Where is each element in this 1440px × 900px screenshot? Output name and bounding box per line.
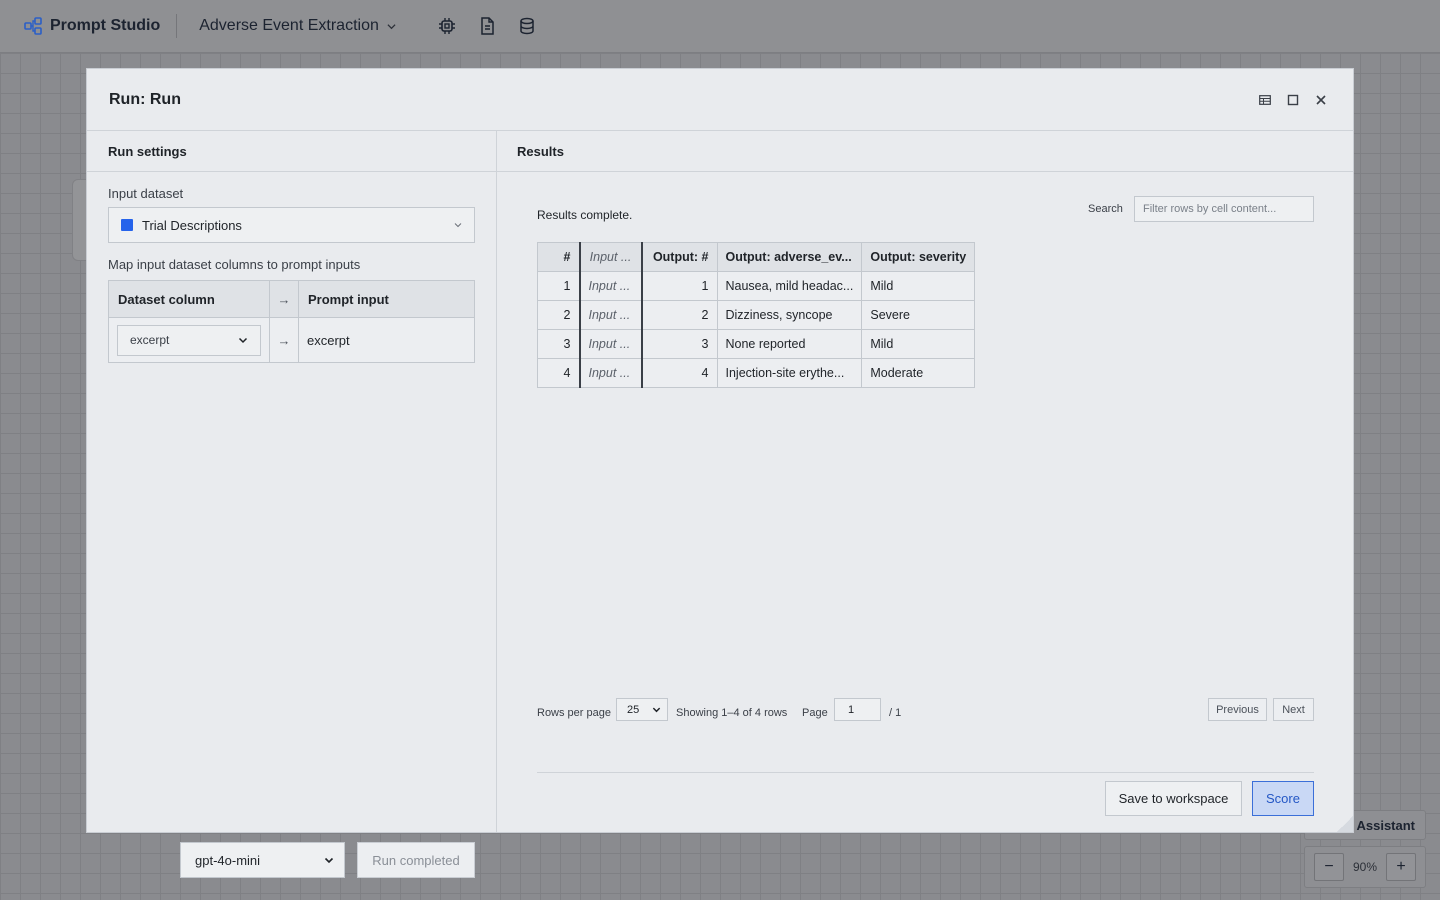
cell-index: 1: [537, 271, 580, 301]
modal-body: Run settings Input dataset Trial Descrip…: [87, 131, 1353, 878]
brand-name: Prompt Studio: [50, 17, 161, 34]
rows-per-page-select[interactable]: 25: [616, 698, 668, 721]
table-row[interactable]: 4 Input ... 4 Injection-site erythe... M…: [537, 358, 976, 388]
page-total: / 1: [889, 707, 902, 719]
cell-input: Input ...: [578, 300, 643, 330]
prompt-input-header: Prompt input: [298, 280, 475, 318]
close-icon[interactable]: [1315, 94, 1327, 106]
modal-title: Run: Run: [109, 90, 181, 108]
workflow-logo-icon: [24, 17, 42, 35]
cell-input: Input ...: [578, 329, 643, 359]
cell-adverse-events: None reported: [716, 329, 863, 359]
results-header: Results: [497, 131, 1353, 172]
next-button[interactable]: Next: [1273, 698, 1314, 721]
results-table: # Input ... Output: # Output: adverse_ev…: [537, 242, 976, 388]
column-header-input[interactable]: Input ...: [578, 242, 643, 272]
cell-output-index: 1: [641, 271, 718, 301]
chip-icon[interactable]: [438, 17, 456, 35]
chevron-down-icon: [324, 857, 334, 864]
zoom-level: 90%: [1352, 860, 1378, 874]
maximize-icon[interactable]: [1287, 94, 1299, 106]
cell-severity: Mild: [861, 271, 976, 301]
cell-input: Input ...: [578, 271, 643, 301]
chevron-down-icon: [387, 23, 396, 29]
database-icon[interactable]: [518, 17, 536, 35]
zoom-out-button[interactable]: −: [1314, 853, 1344, 881]
column-mapping-table: Dataset column → Prompt input excerpt → …: [108, 280, 475, 363]
dataset-column-value: excerpt: [130, 333, 170, 347]
resize-handle[interactable]: [1337, 816, 1353, 832]
chevron-down-icon: [454, 223, 462, 228]
dataset-column-header: Dataset column: [108, 280, 270, 318]
divider: [176, 14, 178, 38]
top-bar: Prompt Studio Adverse Event Extraction: [0, 0, 1440, 53]
table-icon[interactable]: [1259, 94, 1271, 106]
search-input[interactable]: Filter rows by cell content...: [1134, 196, 1314, 222]
page-input[interactable]: 1: [834, 698, 881, 721]
showing-rows: Showing 1–4 of 4 rows: [676, 707, 788, 719]
zoom-in-button[interactable]: +: [1386, 853, 1416, 881]
table-row[interactable]: 3 Input ... 3 None reported Mild: [537, 329, 976, 359]
input-dataset-label: Input dataset: [108, 186, 184, 201]
search-label: Search: [1088, 203, 1123, 215]
document-icon[interactable]: [478, 17, 496, 35]
chevron-down-icon: [238, 337, 248, 344]
rows-per-page-value: 25: [627, 703, 640, 716]
pagination: Rows per page 25 Showing 1–4 of 4 rows P…: [537, 698, 1314, 728]
save-to-workspace-button[interactable]: Save to workspace: [1105, 781, 1242, 816]
modal-actions: [1259, 94, 1327, 106]
cell-severity: Mild: [861, 329, 976, 359]
column-header-severity[interactable]: Output: severity: [861, 242, 976, 272]
dataset-select[interactable]: Trial Descriptions: [108, 207, 475, 243]
cell-output-index: 3: [641, 329, 718, 359]
column-header-index[interactable]: #: [537, 242, 580, 272]
column-header-output-index[interactable]: Output: #: [641, 242, 718, 272]
run-button[interactable]: Run completed: [357, 842, 475, 878]
rows-per-page-label: Rows per page: [537, 707, 611, 719]
model-value: gpt-4o-mini: [195, 852, 261, 868]
cell-index: 2: [537, 300, 580, 330]
dataset-color-swatch: [121, 219, 133, 231]
model-select[interactable]: gpt-4o-mini: [180, 842, 345, 878]
cell-adverse-events: Injection-site erythe...: [716, 358, 863, 388]
page-label: Page: [802, 707, 828, 719]
results-panel: Results Results complete. Search Filter …: [497, 131, 1353, 832]
cell-index: 4: [537, 358, 580, 388]
map-columns-label: Map input dataset columns to prompt inpu…: [108, 257, 361, 272]
table-row[interactable]: 1 Input ... 1 Nausea, mild headac... Mil…: [537, 271, 976, 301]
dataset-value: Trial Descriptions: [142, 217, 242, 233]
run-settings-panel: Run settings Input dataset Trial Descrip…: [87, 131, 497, 878]
project-name: Adverse Event Extraction: [199, 17, 379, 34]
cell-output-index: 2: [641, 300, 718, 330]
table-row[interactable]: 2 Input ... 2 Dizziness, syncope Severe: [537, 300, 976, 330]
score-button[interactable]: Score: [1252, 781, 1314, 816]
footer-divider: [537, 772, 1314, 773]
column-header-adverse-events[interactable]: Output: adverse_ev...: [716, 242, 863, 272]
previous-button[interactable]: Previous: [1208, 698, 1267, 721]
arrow-header: →: [269, 280, 299, 318]
cell-adverse-events: Dizziness, syncope: [716, 300, 863, 330]
cell-adverse-events: Nausea, mild headac...: [716, 271, 863, 301]
cell-output-index: 4: [641, 358, 718, 388]
dataset-column-select[interactable]: excerpt: [117, 324, 261, 356]
toolbar-icons: [438, 17, 536, 35]
brand[interactable]: Prompt Studio: [24, 0, 160, 52]
run-settings-header: Run settings: [87, 131, 496, 172]
mapping-row: excerpt → excerpt: [108, 317, 475, 363]
zoom-control: − 90% +: [1304, 846, 1426, 888]
cell-severity: Moderate: [861, 358, 976, 388]
cell-input: Input ...: [578, 358, 643, 388]
cell-severity: Severe: [861, 300, 976, 330]
run-modal: Run: Run Run settings Input dataset Tria…: [86, 68, 1354, 878]
project-switcher[interactable]: Adverse Event Extraction: [199, 17, 396, 35]
cell-index: 3: [537, 329, 580, 359]
prompt-input-value: excerpt: [298, 317, 475, 363]
mapping-arrow: →: [269, 317, 299, 363]
chevron-down-icon: [652, 707, 661, 713]
results-status: Results complete.: [537, 208, 633, 222]
modal-header: Run: Run: [87, 69, 1353, 131]
